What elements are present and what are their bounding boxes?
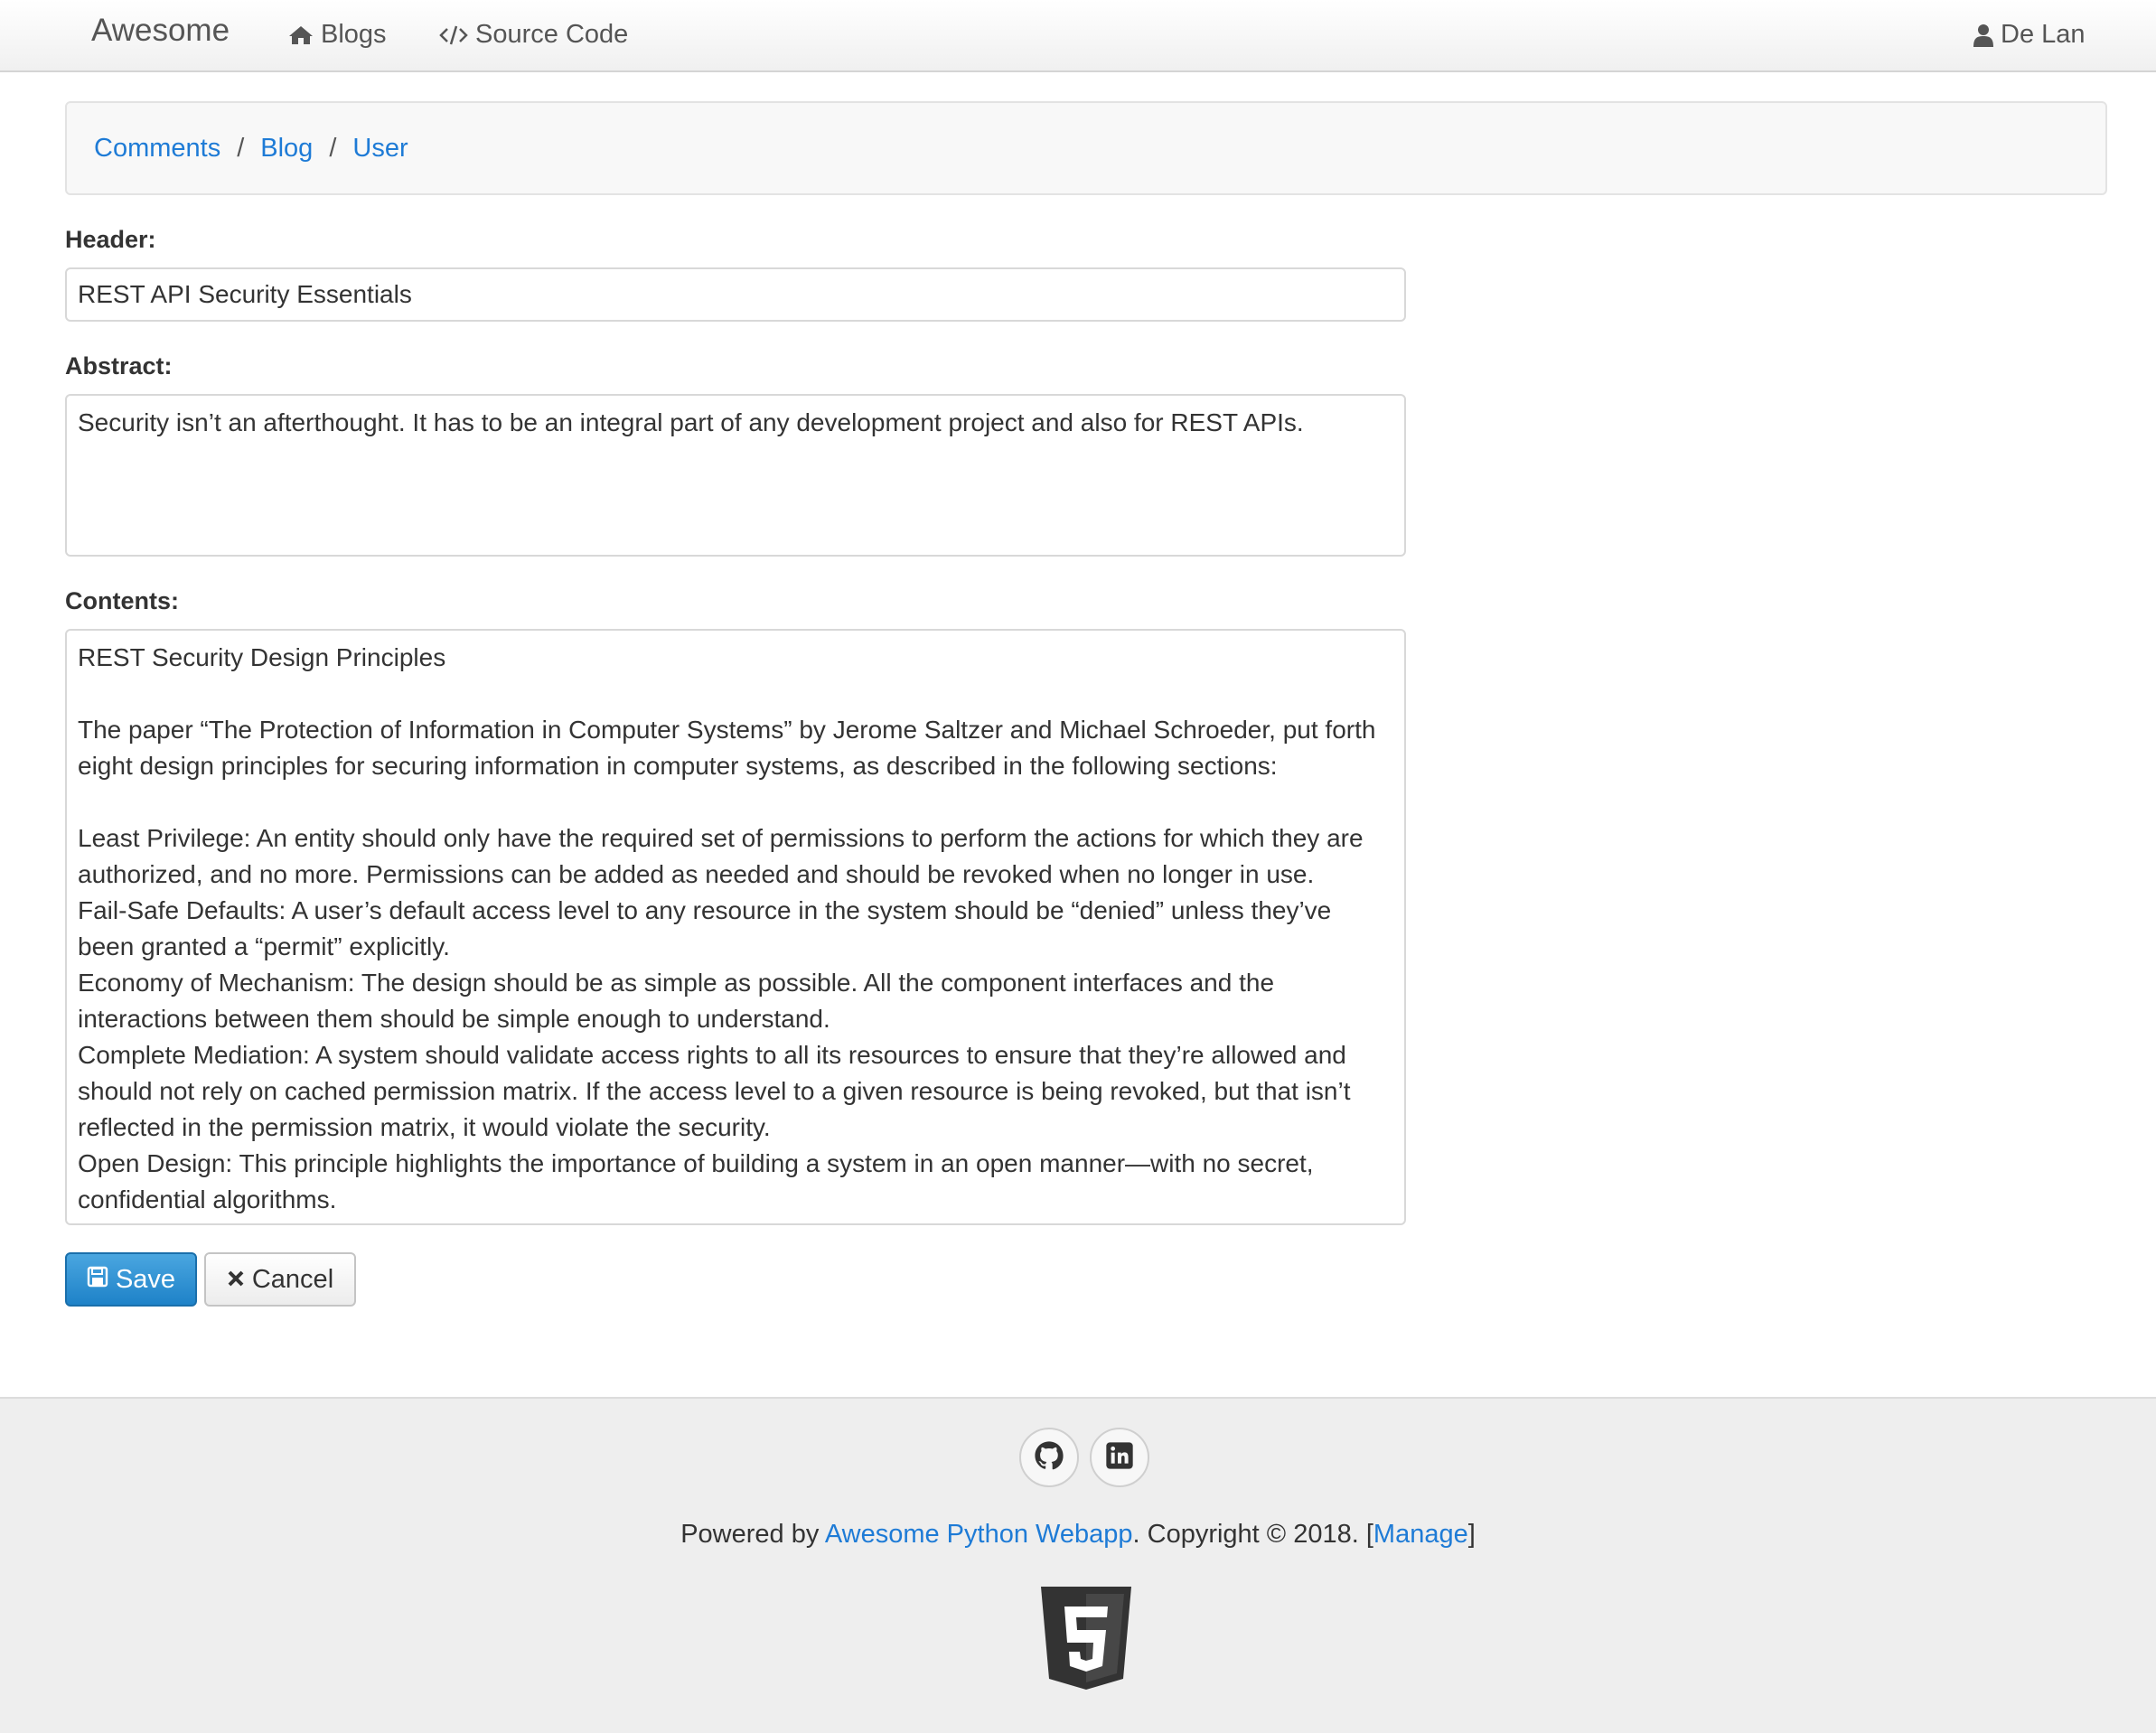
save-label: Save [115, 1264, 176, 1294]
abstract-label: Abstract: [65, 352, 173, 379]
top-navbar: Awesome Blogs Source Code De Lan [0, 0, 2156, 72]
contents-textarea[interactable]: REST Security Design Principles The pape… [65, 629, 1406, 1225]
breadcrumb-blog-link[interactable]: Blog [260, 134, 313, 164]
abstract-textarea[interactable]: Security isn’t an afterthought. It has t… [65, 394, 1406, 557]
awesome-python-webapp-link[interactable]: Awesome Python Webapp [825, 1520, 1133, 1549]
nav-blogs-label: Blogs [321, 20, 387, 49]
breadcrumb-separator: / [237, 133, 245, 163]
breadcrumb-separator: / [329, 133, 337, 163]
html5-logo-icon [1039, 1585, 1133, 1696]
save-button[interactable]: Save [65, 1252, 197, 1307]
linkedin-link[interactable] [1090, 1428, 1149, 1487]
user-icon [1973, 23, 1993, 47]
footer-powered-by: Powered by Awesome Python Webapp. Copyri… [0, 1520, 2156, 1550]
page-footer: Powered by Awesome Python Webapp. Copyri… [0, 1397, 2156, 1733]
close-icon [227, 1265, 245, 1295]
manage-link[interactable]: Manage [1373, 1520, 1468, 1549]
floppy-disk-icon [87, 1265, 108, 1295]
linkedin-icon [1105, 1441, 1134, 1475]
header-label: Header: [65, 226, 156, 253]
close-bracket: ] [1467, 1520, 1476, 1549]
cancel-button[interactable]: Cancel [204, 1252, 356, 1307]
github-icon [1034, 1440, 1064, 1475]
breadcrumb-comments-link[interactable]: Comments [94, 134, 220, 164]
nav-blogs-link[interactable]: Blogs [288, 20, 387, 50]
nav-source-code-link[interactable]: Source Code [439, 20, 628, 50]
cancel-label: Cancel [251, 1264, 334, 1294]
github-link[interactable] [1019, 1428, 1079, 1487]
breadcrumb-user-link[interactable]: User [352, 134, 408, 164]
contents-label: Contents: [65, 587, 179, 614]
code-icon [439, 23, 468, 47]
header-input[interactable] [65, 267, 1406, 322]
nav-source-code-label: Source Code [475, 20, 629, 49]
user-menu[interactable]: De Lan [1973, 20, 2086, 50]
copyright-text: . Copyright © 2018. [ [1132, 1520, 1373, 1549]
breadcrumb: Comments / Blog / User [65, 101, 2107, 195]
brand-logo[interactable]: Awesome [91, 13, 230, 49]
user-name: De Lan [2001, 20, 2086, 49]
home-icon [288, 24, 314, 46]
powered-prefix: Powered by [680, 1520, 825, 1549]
